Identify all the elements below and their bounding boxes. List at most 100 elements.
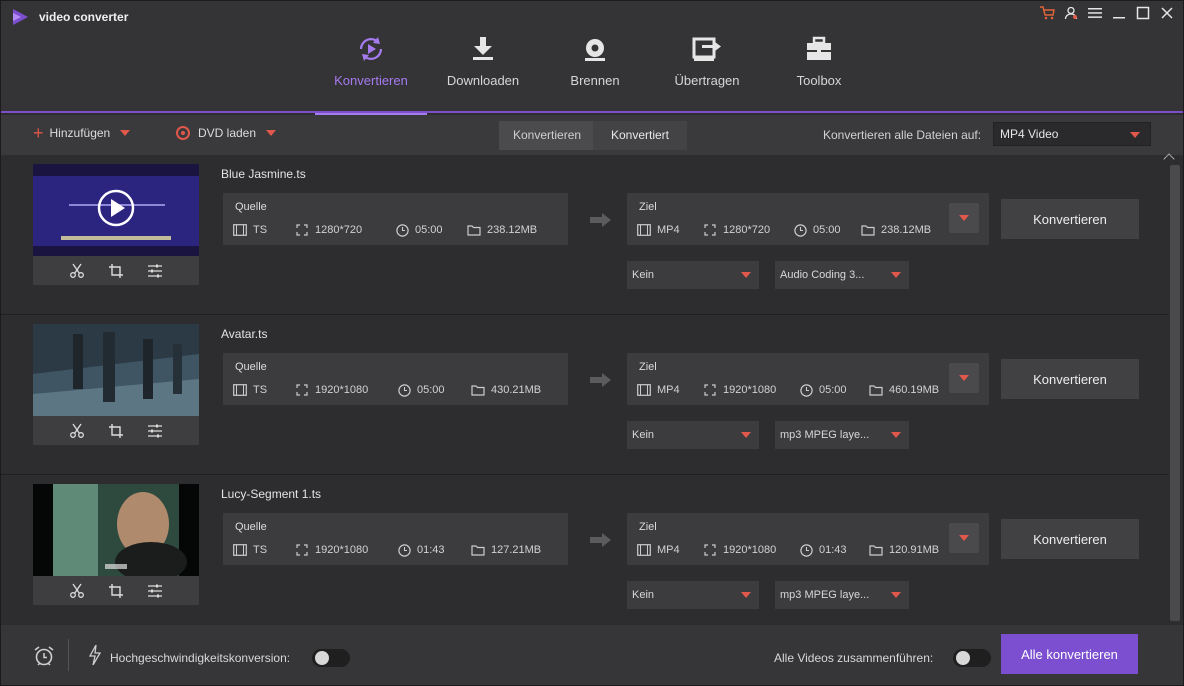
add-files-button[interactable]: + Hinzufügen [33,124,131,142]
convert-button[interactable]: Konvertieren [1001,519,1139,559]
video-thumbnail[interactable] [33,484,199,576]
chevron-down-icon [741,592,751,598]
target-resolution: 1920*1080 [723,384,777,396]
dvd-icon [176,126,190,140]
minimize-icon[interactable] [1111,5,1127,21]
folder-icon [471,383,485,397]
audio-value: Audio Coding 3... [780,269,865,281]
source-meta: TS 1920*1080 05:00 430.21MB [233,383,541,397]
scissors-icon[interactable] [68,422,86,440]
target-format: MP4 [657,384,680,396]
bottom-bar: Hochgeschwindigkeitskonversion: Alle Vid… [1,625,1183,685]
audio-value: mp3 MPEG laye... [780,429,870,441]
film-icon [637,383,651,397]
output-format-select[interactable]: MP4 Video [993,122,1151,146]
add-files-label: Hinzufügen [49,126,111,140]
resolution-icon [703,223,717,237]
toolbox-icon [803,32,835,66]
subtitle-select[interactable]: Kein [627,421,759,449]
tab-toolbox[interactable]: Toolbox [763,29,875,113]
convert-button[interactable]: Konvertieren [1001,199,1139,239]
target-settings-dropdown[interactable] [949,203,979,233]
user-icon[interactable] [1063,5,1079,21]
film-icon [233,383,247,397]
chevron-down-icon [891,592,901,598]
alarm-clock-icon[interactable] [33,645,55,667]
app-title: video converter [39,10,129,24]
clock-icon [395,223,409,237]
tab-label: Brennen [570,73,620,88]
chevron-down-icon [891,432,901,438]
source-duration: 05:00 [415,224,443,236]
folder-icon [467,223,481,237]
target-duration: 01:43 [819,544,847,556]
crop-icon[interactable] [107,582,125,600]
maximize-icon[interactable] [1135,5,1151,21]
chevron-down-icon[interactable] [120,130,131,136]
target-duration: 05:00 [813,224,841,236]
tab-burn[interactable]: Brennen [539,29,651,113]
source-resolution: 1920*1080 [315,544,369,556]
video-thumbnail[interactable] [33,164,199,256]
menu-icon[interactable] [1087,5,1103,21]
source-info-panel: Quelle TS 1920*1080 01:43 127.21MB [223,513,568,565]
tab-convert[interactable]: Konvertieren [315,29,427,115]
tab-label: Toolbox [796,73,842,88]
clock-icon [397,383,411,397]
target-duration: 05:00 [819,384,847,396]
load-dvd-button[interactable]: DVD laden [176,126,277,140]
audio-track-select[interactable]: mp3 MPEG laye... [775,581,909,609]
merge-videos-toggle[interactable] [953,649,991,667]
merge-videos-label: Alle Videos zusammenführen: [774,651,934,665]
clock-icon [793,223,807,237]
output-format-value: MP4 Video [1000,127,1059,141]
tab-label: Übertragen [674,73,740,88]
load-dvd-label: DVD laden [198,126,257,140]
video-thumbnail[interactable] [33,324,199,416]
source-label: Quelle [235,361,267,373]
tab-transfer[interactable]: Übertragen [651,29,763,113]
target-meta: MP4 1920*1080 05:00 460.19MB [637,383,939,397]
subtitle-select[interactable]: Kein [627,581,759,609]
tab-converting[interactable]: Konvertieren [499,121,593,150]
scissors-icon[interactable] [68,582,86,600]
convert-all-button[interactable]: Alle konvertieren [1001,634,1138,674]
source-format: TS [253,384,268,396]
lightning-icon [89,645,101,665]
target-settings-dropdown[interactable] [949,363,979,393]
source-meta: TS 1920*1080 01:43 127.21MB [233,543,541,557]
file-row: Lucy-Segment 1.ts Quelle TS 1920*1080 01… [1,475,1169,635]
high-speed-toggle[interactable] [312,649,350,667]
divider [68,639,69,671]
file-name: Avatar.ts [221,327,268,341]
cart-icon[interactable] [1039,5,1055,21]
settings-sliders-icon[interactable] [146,262,164,280]
tab-converted[interactable]: Konvertiert [593,121,687,150]
settings-sliders-icon[interactable] [146,422,164,440]
crop-icon[interactable] [107,422,125,440]
scrollbar[interactable] [1170,165,1180,621]
crop-icon[interactable] [107,262,125,280]
close-icon[interactable] [1159,5,1175,21]
audio-track-select[interactable]: mp3 MPEG laye... [775,421,909,449]
scissors-icon[interactable] [68,262,86,280]
source-size: 238.12MB [487,224,538,236]
convert-button[interactable]: Konvertieren [1001,359,1139,399]
subtitle-value: Kein [632,269,655,281]
convert-all-to-label: Konvertieren alle Dateien auf: [823,128,982,142]
chevron-down-icon [1130,132,1140,138]
subtitle-select[interactable]: Kein [627,261,759,289]
target-settings-dropdown[interactable] [949,523,979,553]
resolution-icon [295,543,309,557]
target-size: 460.19MB [889,384,940,396]
chevron-down-icon[interactable] [266,130,277,136]
audio-track-select[interactable]: Audio Coding 3... [775,261,909,289]
resolution-icon [703,543,717,557]
top-navigation-bar: video converter Konvertieren Downloaden … [1,1,1183,115]
settings-sliders-icon[interactable] [146,582,164,600]
film-icon [637,543,651,557]
target-info-panel: Ziel MP4 1920*1080 05:00 460.19MB [627,353,989,405]
source-meta: TS 1280*720 05:00 238.12MB [233,223,537,237]
file-name: Lucy-Segment 1.ts [221,487,322,501]
tab-download[interactable]: Downloaden [427,29,539,113]
